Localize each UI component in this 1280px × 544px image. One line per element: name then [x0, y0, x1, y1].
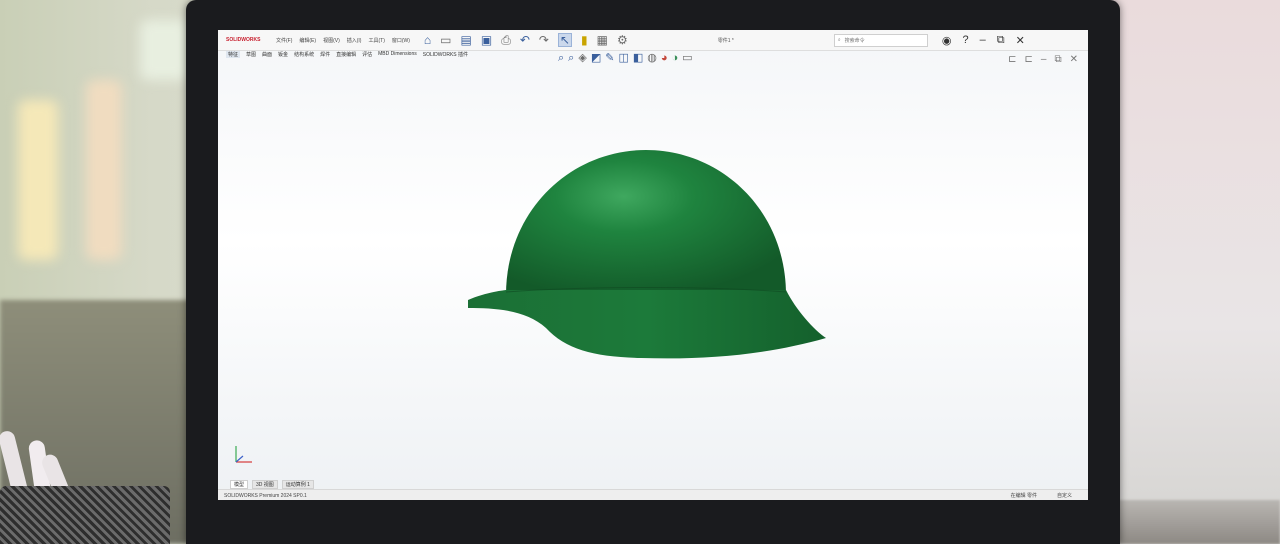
hide-show-icon[interactable]: ◍: [647, 52, 657, 64]
file-properties-icon[interactable]: ▦: [597, 34, 608, 46]
tab-weldments[interactable]: 焊件: [320, 51, 330, 58]
coordinate-triad: [235, 446, 252, 463]
scene-icon[interactable]: ◑: [672, 52, 679, 64]
viewport-controls: ⊏ ⊏ – ⧉ ✕: [1008, 54, 1078, 65]
editing-status: 在编辑 零件: [1010, 493, 1037, 499]
display-style-icon[interactable]: ◧: [633, 52, 643, 64]
heads-up-view-toolbar: ⌕ ⌕ ◈ ◩ ✎ ◫ ◧ ◍ ◕ ◑ ▭: [558, 52, 693, 64]
appearance-icon[interactable]: ◕: [661, 52, 668, 64]
help-icon[interactable]: ?: [962, 34, 968, 47]
redo-icon[interactable]: ↷: [539, 34, 549, 46]
status-bar: SOLIDWORKS Premium 2024 SP0.1 在编辑 零件 自定义: [218, 489, 1088, 500]
background-light: [18, 100, 58, 260]
tab-3d-views[interactable]: 3D 视图: [252, 480, 278, 489]
pen-holder: [0, 486, 170, 544]
tab-motion-study[interactable]: 运动算例 1: [281, 480, 314, 489]
viewport-restore-icon[interactable]: ⧉: [1054, 54, 1061, 65]
split-view-icon[interactable]: ⊏: [1008, 54, 1016, 65]
app-logo: SOLIDWORKS: [226, 37, 261, 43]
menu-item-insert[interactable]: 插入(I): [347, 37, 362, 44]
bottom-tabs: 模型 3D 视图 运动算例 1: [230, 480, 314, 489]
zoom-to-fit-icon[interactable]: ⌕: [558, 52, 564, 64]
viewport-close-icon[interactable]: ✕: [1070, 54, 1078, 65]
new-document-icon[interactable]: ▭: [440, 34, 451, 46]
undo-icon[interactable]: ↶: [520, 34, 530, 46]
home-icon[interactable]: ⌂: [424, 34, 431, 46]
traffic-light-icon[interactable]: ▮: [581, 34, 588, 46]
tab-surfaces[interactable]: 曲面: [262, 51, 272, 58]
helmet-dome: [506, 150, 786, 295]
search-icon: ⌕: [837, 37, 841, 43]
save-icon[interactable]: ▣: [481, 34, 492, 46]
units-selector[interactable]: 自定义: [1057, 492, 1072, 499]
tab-sheet-metal[interactable]: 钣金: [278, 51, 288, 58]
previous-view-icon[interactable]: ◈: [578, 52, 586, 64]
title-bar: SOLIDWORKS 文件(F) 编辑(E) 视图(V) 插入(I) 工具(T)…: [218, 30, 1088, 51]
restore-button[interactable]: ⧉: [997, 34, 1005, 47]
menu-item-tools[interactable]: 工具(T): [368, 37, 384, 44]
viewport-minimize-icon[interactable]: –: [1041, 54, 1047, 65]
tab-features[interactable]: 特征: [226, 51, 241, 58]
command-manager-tabs: 特征 草图 曲面 钣金 结构系统 焊件 直接编辑 评估 MBD Dimensio…: [226, 51, 468, 58]
solidworks-window: SOLIDWORKS 文件(F) 编辑(E) 视图(V) 插入(I) 工具(T)…: [218, 30, 1088, 500]
product-version: SOLIDWORKS Premium 2024 SP0.1: [224, 492, 307, 499]
dynamic-annotation-icon[interactable]: ✎: [605, 52, 614, 64]
menu-item-view[interactable]: 视图(V): [323, 37, 340, 44]
status-right: 在编辑 零件 自定义: [1011, 492, 1072, 499]
background-light: [86, 80, 122, 260]
tab-evaluate[interactable]: 评估: [362, 51, 372, 58]
select-arrow-icon[interactable]: ↖: [557, 33, 572, 47]
tab-sketch[interactable]: 草图: [246, 51, 256, 58]
view-settings-icon[interactable]: ▭: [682, 52, 692, 64]
search-commands-input[interactable]: ⌕ 搜索命令: [833, 33, 928, 47]
background-wall: [1110, 0, 1280, 544]
search-placeholder: 搜索命令: [844, 37, 865, 44]
minimize-button[interactable]: –: [980, 34, 986, 47]
print-icon[interactable]: ⎙: [501, 34, 511, 46]
close-button[interactable]: ✕: [1016, 34, 1025, 47]
zoom-to-area-icon[interactable]: ⌕: [568, 52, 574, 64]
helmet-3d-model[interactable]: [466, 150, 826, 365]
document-title: 零件1 *: [717, 37, 734, 44]
user-icon[interactable]: ◉: [942, 34, 952, 47]
menu-item-window[interactable]: 窗口(W): [392, 37, 410, 44]
view-orientation-icon[interactable]: ◫: [618, 52, 628, 64]
section-view-icon[interactable]: ◩: [591, 52, 601, 64]
background-light: [140, 20, 190, 80]
standard-toolbar: ⌂ ▭ ▤ ▣ ⎙ ↶ ↷ ↖ ▮ ▦ ⚙: [424, 33, 628, 47]
tab-mbd[interactable]: MBD Dimensions: [378, 51, 417, 58]
split-view-icon[interactable]: ⊏: [1025, 54, 1033, 65]
tab-addins[interactable]: SOLIDWORKS 插件: [423, 51, 468, 58]
open-folder-icon[interactable]: ▤: [461, 34, 472, 46]
tab-model[interactable]: 模型: [230, 480, 249, 489]
menu-item-edit[interactable]: 编辑(E): [299, 37, 316, 44]
window-controls: ◉ ? – ⧉ ✕: [942, 34, 1025, 47]
menu-bar: 文件(F) 编辑(E) 视图(V) 插入(I) 工具(T) 窗口(W): [276, 37, 410, 44]
tab-structure-system[interactable]: 结构系统: [294, 51, 314, 58]
helmet-brim: [468, 290, 826, 359]
gear-icon[interactable]: ⚙: [617, 34, 628, 46]
menu-item-file[interactable]: 文件(F): [276, 37, 292, 44]
tab-direct-editing[interactable]: 直接编辑: [336, 51, 356, 58]
